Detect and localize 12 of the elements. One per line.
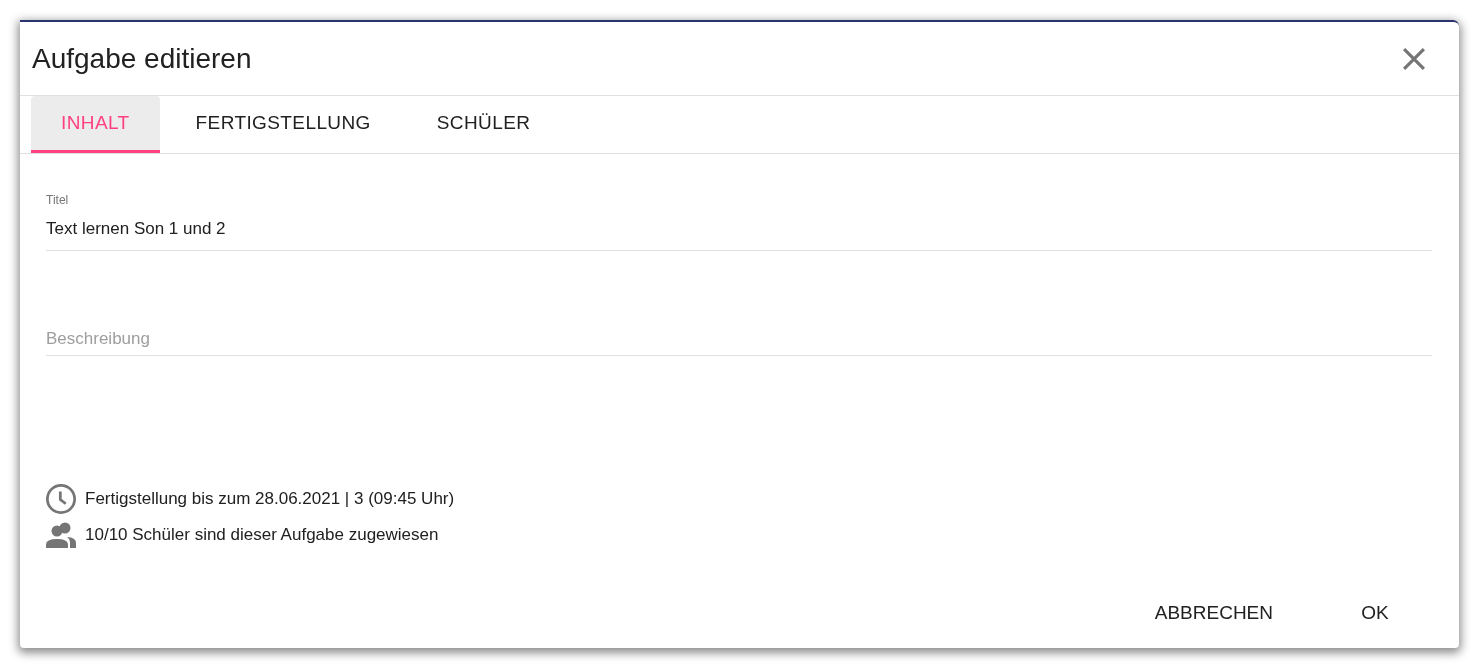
close-icon: [1403, 47, 1425, 70]
people-icon: [46, 522, 76, 548]
ok-button[interactable]: OK: [1331, 595, 1419, 631]
cancel-button[interactable]: ABBRECHEN: [1138, 595, 1289, 631]
tab[interactable]: SCHÜLER: [406, 96, 561, 153]
description-field[interactable]: Beschreibung: [46, 323, 1432, 356]
clock-icon: [46, 484, 76, 514]
dialog-title: Aufgabe editieren: [32, 41, 252, 76]
tab[interactable]: FERTIGSTELLUNG: [165, 96, 401, 153]
deadline-text: Fertigstellung bis zum 28.06.2021 | 3 (09:45 Uhr): [85, 488, 455, 510]
title-field[interactable]: Titel Text lernen Son 1 und 2: [46, 193, 1432, 251]
students-text: 10/10 Schüler sind dieser Aufgabe zugewiesen: [85, 524, 439, 546]
